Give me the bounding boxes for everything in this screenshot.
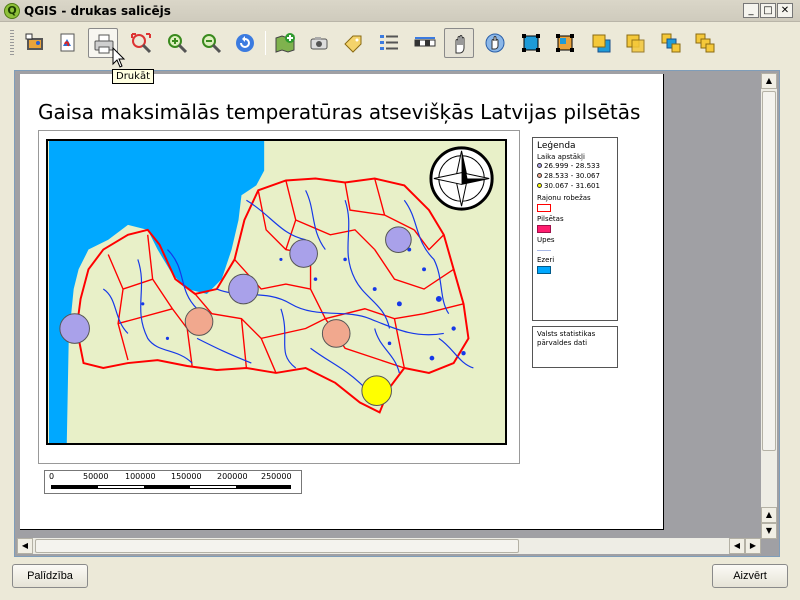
scroll-left-button[interactable]: ◀	[17, 538, 33, 554]
legend-class-label: 26.999 - 28.533	[544, 162, 600, 170]
add-legend-icon	[380, 35, 398, 50]
legend-class-label: 30.067 - 31.601	[544, 182, 600, 190]
legend-district-swatch	[537, 204, 551, 212]
scalebar-item[interactable]: 0 50000 100000 150000 200000 250000	[44, 470, 302, 494]
add-label-icon	[344, 35, 362, 53]
add-map-icon	[275, 33, 295, 53]
scale-label: 250000	[261, 472, 292, 481]
horizontal-scroll-thumb[interactable]	[35, 539, 519, 553]
minimize-button[interactable]: _	[743, 3, 759, 18]
export-pdf-button[interactable]	[52, 28, 82, 58]
refresh-icon	[236, 34, 254, 52]
close-button[interactable]: Aizvērt	[712, 564, 788, 588]
toolbar-separator	[265, 31, 266, 55]
legend-class-3: 30.067 - 31.601	[537, 181, 613, 191]
close-window-button[interactable]: ✕	[777, 3, 793, 18]
legend-lakes-swatch	[537, 266, 551, 274]
legend-layer-lakes: Ezeri	[537, 256, 555, 264]
zoom-full-button[interactable]	[126, 28, 156, 58]
scroll-up-button-2[interactable]: ▲	[761, 507, 777, 523]
legend-cities-swatch	[537, 225, 551, 233]
latvia-map	[46, 139, 507, 445]
legend-class-1: 26.999 - 28.533	[537, 161, 613, 171]
scale-label: 50000	[83, 472, 109, 481]
legend-class-2: 28.533 - 30.067	[537, 171, 613, 181]
add-image-icon	[25, 33, 43, 50]
add-label-button[interactable]	[338, 28, 368, 58]
lower-button[interactable]	[620, 28, 650, 58]
composer-page[interactable]: Gaisa maksimālās temperatūras atsevišķās…	[20, 74, 664, 530]
lower-icon	[626, 34, 645, 53]
map-item[interactable]	[38, 130, 520, 464]
legend-layer-weather: Laika apstākļi	[537, 153, 585, 161]
bring-front-icon	[661, 33, 681, 53]
ungroup-button[interactable]	[550, 28, 580, 58]
scroll-left-button-2[interactable]: ◀	[729, 538, 745, 554]
add-scalebar-button[interactable]	[410, 28, 440, 58]
toolbar-grip[interactable]	[10, 30, 14, 56]
add-image-item-icon	[310, 37, 328, 50]
add-map-button[interactable]	[270, 28, 300, 58]
legend-dot-icon	[537, 173, 542, 178]
scale-bar	[51, 485, 291, 489]
print-tooltip: Drukāt	[112, 69, 154, 84]
scale-label: 0	[49, 472, 55, 481]
group-icon	[522, 34, 540, 52]
move-content-icon	[485, 33, 505, 53]
legend-layer-cities: Pilsētas	[537, 215, 564, 223]
add-image-button[interactable]	[20, 28, 50, 58]
add-image-item-button[interactable]	[304, 28, 334, 58]
zoom-full-icon	[131, 33, 152, 54]
source-label[interactable]: Valsts statistikas pārvaldes dati	[532, 326, 618, 368]
raise-icon	[592, 34, 611, 53]
map-title[interactable]: Gaisa maksimālās temperatūras atsevišķās…	[38, 100, 640, 124]
legend-rivers-line	[537, 250, 551, 251]
title-bar: Q QGIS - drukas salicējs _ □ ✕	[0, 0, 800, 22]
legend-layer-rivers: Upes	[537, 236, 555, 244]
scroll-down-button[interactable]: ▼	[761, 523, 777, 539]
window-title: QGIS - drukas salicējs	[24, 4, 171, 18]
ungroup-icon	[556, 34, 574, 52]
raise-button[interactable]	[586, 28, 616, 58]
legend-dot-icon	[537, 163, 542, 168]
add-legend-button[interactable]	[374, 28, 404, 58]
select-move-button[interactable]	[444, 28, 474, 58]
scale-label: 150000	[171, 472, 202, 481]
select-move-icon	[455, 35, 465, 54]
scale-label: 200000	[217, 472, 248, 481]
scroll-up-button[interactable]: ▲	[761, 73, 777, 89]
send-back-icon	[695, 33, 715, 53]
send-back-button[interactable]	[690, 28, 720, 58]
horizontal-scrollbar[interactable]: ◀ ◀ ▶	[17, 538, 761, 554]
move-content-button[interactable]	[480, 28, 510, 58]
mouse-cursor-icon	[112, 47, 126, 68]
maximize-button[interactable]: □	[760, 3, 776, 18]
bring-front-button[interactable]	[656, 28, 686, 58]
vertical-scrollbar[interactable]: ▲ ▲ ▼	[761, 73, 777, 539]
zoom-in-icon	[168, 34, 188, 54]
scroll-right-button[interactable]: ▶	[745, 538, 761, 554]
zoom-in-button[interactable]	[162, 28, 192, 58]
legend-layer-districts: Rajonu robežas	[537, 194, 591, 202]
qgis-logo-icon: Q	[4, 3, 20, 19]
group-button[interactable]	[516, 28, 546, 58]
legend-dot-icon	[537, 183, 542, 188]
legend-title: Leģenda	[537, 141, 576, 151]
zoom-out-icon	[202, 34, 222, 54]
refresh-button[interactable]	[230, 28, 260, 58]
help-button[interactable]: Palīdzība	[12, 564, 88, 588]
north-arrow-icon	[429, 146, 494, 211]
zoom-out-button[interactable]	[196, 28, 226, 58]
legend-item[interactable]: Leģenda Laika apstākļi 26.999 - 28.533 2…	[532, 137, 618, 321]
legend-class-label: 28.533 - 30.067	[544, 172, 600, 180]
export-pdf-icon	[60, 33, 75, 52]
vertical-scroll-thumb[interactable]	[762, 91, 776, 451]
composer-canvas[interactable]: Gaisa maksimālās temperatūras atsevišķās…	[14, 70, 780, 557]
scale-label: 100000	[125, 472, 156, 481]
add-scalebar-icon	[414, 37, 436, 47]
